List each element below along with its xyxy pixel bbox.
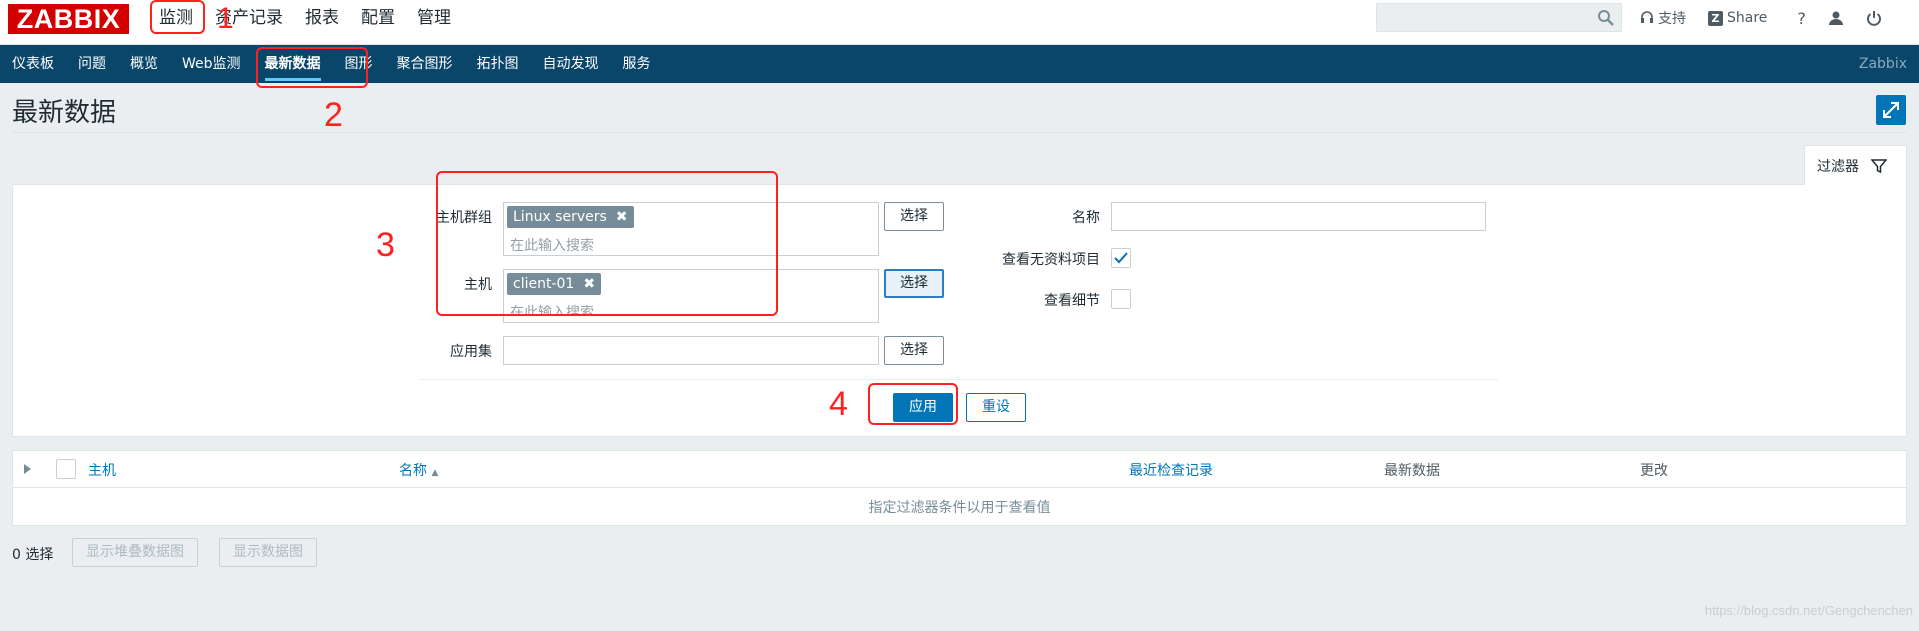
- headset-icon: [1641, 11, 1653, 23]
- header-links: 支持 Z Share ?: [1640, 0, 1882, 36]
- subnav-brand: Zabbix: [1858, 56, 1907, 72]
- sort-asc-icon: ▲: [431, 468, 439, 478]
- subnav-services[interactable]: 服务: [611, 45, 663, 83]
- table-header: 主机 名称 ▲ 最近检查记录 最新数据 更改: [13, 451, 1906, 488]
- subnav-dashboard[interactable]: 仪表板: [0, 45, 66, 83]
- checkmark-icon: [1114, 252, 1128, 264]
- annotation-box-2: [256, 47, 368, 88]
- col-name[interactable]: 名称 ▲: [399, 460, 438, 480]
- logout-icon[interactable]: [1866, 10, 1882, 26]
- col-last-value: 最新数据: [1384, 463, 1440, 479]
- application-select-button[interactable]: 选择: [884, 336, 944, 365]
- top-header: ZABBIX 监测 资产记录 报表 配置 管理 支持 Z Share ?: [0, 0, 1919, 45]
- search-icon[interactable]: [1597, 9, 1615, 27]
- filter-tab-label: 过滤器: [1817, 158, 1859, 175]
- host-group-select-button[interactable]: 选择: [884, 202, 944, 231]
- subnav-screens[interactable]: 聚合图形: [385, 45, 465, 83]
- subnav-problems[interactable]: 问题: [66, 45, 118, 83]
- support-link[interactable]: 支持: [1640, 8, 1686, 28]
- expand-all-toggle[interactable]: [24, 464, 31, 474]
- name-input[interactable]: [1111, 202, 1486, 231]
- empty-message: 指定过滤器条件以用于查看值: [868, 500, 1051, 516]
- annotation-box-1: [150, 0, 205, 34]
- zabbix-logo[interactable]: ZABBIX: [8, 4, 129, 34]
- annotation-box-4: [868, 383, 958, 425]
- annotation-box-3: [436, 171, 778, 316]
- annotation-number-2: 2: [324, 96, 343, 134]
- support-label: 支持: [1658, 11, 1686, 27]
- annotation-number-4: 4: [829, 385, 848, 423]
- col-last-check[interactable]: 最近检查记录: [1129, 460, 1213, 480]
- filter-tab[interactable]: 过滤器: [1804, 145, 1907, 185]
- subnav-discovery[interactable]: 自动发现: [531, 45, 611, 83]
- page-title: 最新数据: [12, 98, 117, 128]
- title-divider: [12, 132, 1907, 133]
- nav-configuration[interactable]: 配置: [350, 0, 406, 36]
- col-host[interactable]: 主机: [88, 460, 116, 480]
- name-label: 名称: [1072, 210, 1100, 226]
- application-input[interactable]: [503, 336, 879, 365]
- stacked-graph-button[interactable]: 显示堆叠数据图: [72, 538, 198, 567]
- col-change: 更改: [1640, 463, 1668, 479]
- subnav-overview[interactable]: 概览: [118, 45, 170, 83]
- share-label: Share: [1727, 10, 1768, 26]
- show-details-label: 查看细节: [1044, 293, 1100, 309]
- application-label: 应用集: [450, 344, 492, 360]
- expand-icon: [1883, 102, 1899, 118]
- subnav-maps[interactable]: 拓扑图: [465, 45, 531, 83]
- share-icon: Z: [1708, 10, 1723, 26]
- reset-button[interactable]: 重设: [966, 393, 1026, 422]
- nav-administration[interactable]: 管理: [406, 0, 462, 36]
- annotation-number-3: 3: [376, 226, 395, 264]
- user-profile-icon[interactable]: [1828, 10, 1844, 26]
- funnel-icon: [1871, 158, 1887, 173]
- fullscreen-button[interactable]: [1876, 95, 1906, 125]
- show-no-data-label: 查看无资料项目: [1002, 252, 1100, 268]
- share-link[interactable]: Z Share: [1708, 10, 1767, 26]
- latest-data-table: 主机 名称 ▲ 最近检查记录 最新数据 更改 指定过滤器条件以用于查看值: [12, 450, 1907, 526]
- select-all-checkbox[interactable]: [56, 459, 76, 479]
- host-select-button[interactable]: 选择: [884, 269, 944, 298]
- selected-count: 0 选择: [12, 547, 54, 563]
- subnav-web[interactable]: Web监测: [170, 45, 253, 83]
- filter-panel: [12, 184, 1907, 437]
- filter-divider: [420, 379, 1498, 380]
- help-link[interactable]: ?: [1797, 9, 1806, 28]
- annotation-number-1: 1: [217, 2, 234, 35]
- col-name-label: 名称: [399, 463, 427, 479]
- nav-reports[interactable]: 报表: [294, 0, 350, 36]
- global-search: [1376, 3, 1622, 32]
- help-icon: ?: [1797, 8, 1806, 28]
- search-input[interactable]: [1377, 4, 1591, 31]
- watermark: https://blog.csdn.net/Gengchenchen: [1704, 603, 1913, 618]
- show-no-data-checkbox[interactable]: [1111, 248, 1131, 268]
- show-details-checkbox[interactable]: [1111, 289, 1131, 309]
- graph-button[interactable]: 显示数据图: [219, 538, 317, 567]
